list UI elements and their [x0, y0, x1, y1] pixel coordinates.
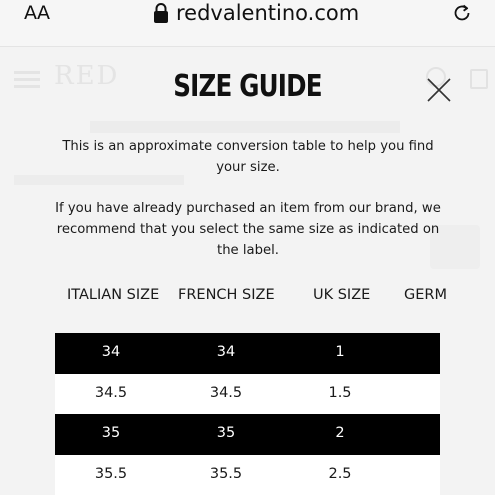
reload-icon[interactable]: [451, 2, 473, 24]
table-row: 34.5 34.5 1.5: [55, 373, 440, 414]
french-size-cell: 34: [216, 344, 236, 360]
header-french-size: FRENCH SIZE: [178, 287, 275, 303]
size-guide-modal: SIZE GUIDE This is an approximate conver…: [0, 47, 495, 495]
recommendation-text: If you have already purchased an item fr…: [55, 201, 441, 258]
uk-size-cell: 1.5: [328, 384, 352, 401]
modal-title: SIZE GUIDE: [173, 69, 322, 104]
url-field[interactable]: redvalentino.com: [152, 0, 359, 26]
italian-size-cell: 34: [101, 344, 121, 360]
close-icon[interactable]: [426, 77, 452, 103]
size-table: 34 34 1 34.5 34.5 1.5 35 35 2 35.5 35.5 …: [55, 333, 440, 495]
table-row: 34 34 1: [55, 333, 440, 374]
french-size-cell: 35.5: [209, 465, 243, 482]
uk-size-cell: 1: [335, 344, 345, 360]
table-row: 35 35 2: [55, 414, 440, 455]
italian-size-cell: 35: [101, 425, 121, 441]
header-italian-size: ITALIAN SIZE: [67, 287, 160, 303]
uk-size-cell: 2.5: [328, 465, 352, 482]
browser-address-bar: AA redvalentino.com: [0, 0, 495, 47]
intro-text: This is an approximate conversion table …: [62, 139, 434, 175]
french-size-cell: 34.5: [209, 384, 243, 401]
italian-size-cell: 35.5: [94, 465, 128, 482]
text-size-button[interactable]: AA: [24, 2, 50, 24]
table-row: 35.5 35.5 2.5: [55, 454, 440, 495]
table-header: ITALIAN SIZE FRENCH SIZE UK SIZE GERM: [0, 287, 495, 309]
uk-size-cell: 2: [335, 425, 345, 441]
french-size-cell: 35: [216, 425, 236, 441]
header-german-size: GERM: [404, 287, 447, 303]
italian-size-cell: 34.5: [94, 384, 128, 401]
lock-icon: [154, 3, 168, 23]
header-uk-size: UK SIZE: [313, 287, 371, 303]
url-text: redvalentino.com: [176, 1, 360, 25]
